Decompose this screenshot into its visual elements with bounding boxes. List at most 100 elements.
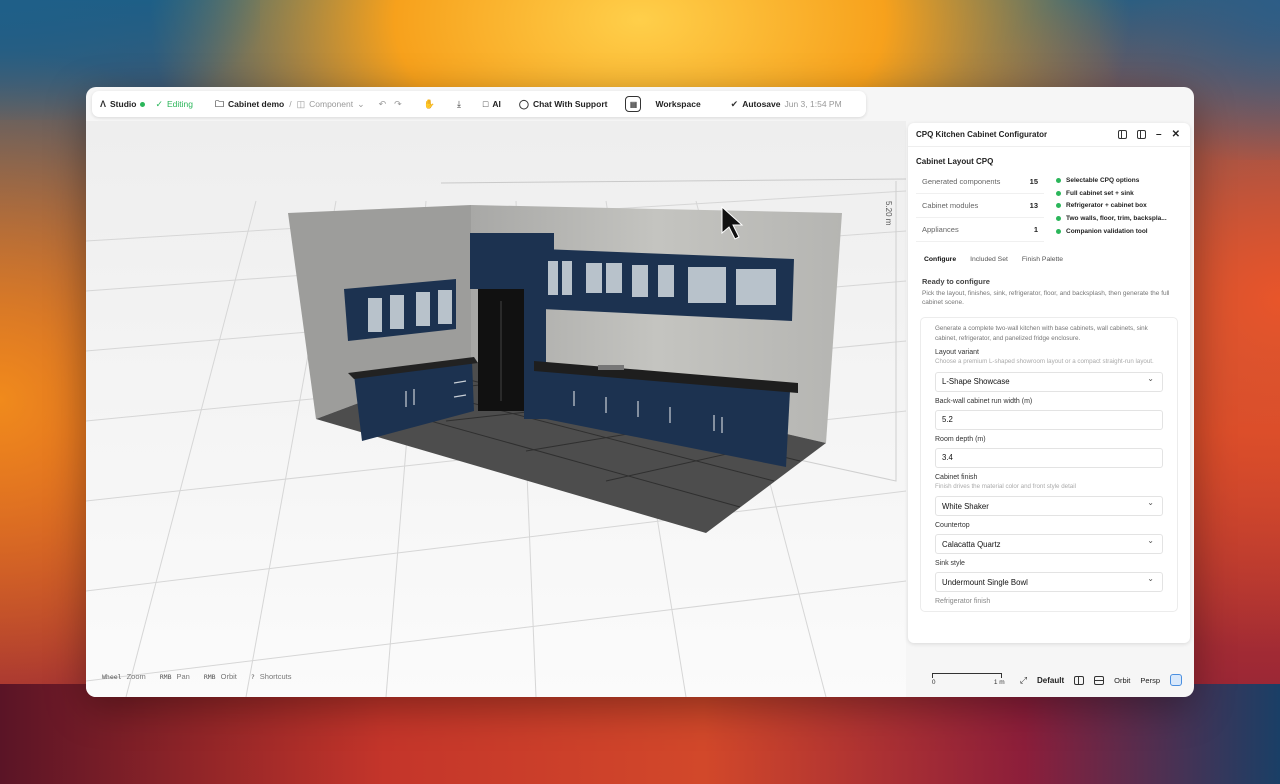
scene-viewport[interactable]: 5.20 m Wheel Zoom RMB Pan RMB Orbit ? Sh… [86, 121, 907, 697]
select-value: Calacatta Quartz [942, 539, 1001, 549]
hint-pan: RMB Pan [160, 672, 190, 681]
layout-toggle-icon[interactable] [1170, 674, 1182, 686]
hand-icon[interactable]: ✋ [424, 99, 435, 109]
minimize-icon[interactable]: – [1156, 129, 1162, 140]
ai-button[interactable]: □ AI [483, 99, 501, 109]
autosave-status: ✔ Autosave Jun 3, 1:54 PM [731, 99, 842, 109]
bullet-icon [1056, 216, 1061, 222]
undo-icon[interactable]: ↶ [379, 99, 387, 109]
layout-variant-hint: Choose a premium L-shaped showroom layou… [935, 358, 1154, 366]
stat-label: Generated components [922, 177, 1001, 186]
studio-logo-icon: Λ [100, 98, 107, 109]
hint-label: Orbit [220, 672, 237, 681]
feature-label: Refrigerator + cabinet box [1066, 202, 1147, 210]
feature-item: Companion validation tool [1056, 225, 1167, 238]
stat-appliances: Appliances 1 [916, 218, 1044, 242]
scale-start: 0 [931, 679, 936, 686]
sink [598, 365, 624, 370]
expand-icon[interactable]: ⤢ [1020, 675, 1027, 685]
select-value: White Shaker [942, 501, 989, 511]
dock-left-icon[interactable] [1118, 130, 1128, 139]
tall-cabinet-top [470, 233, 554, 289]
online-dot-icon [140, 101, 146, 107]
download-icon[interactable]: ⤓ [457, 99, 461, 109]
hint-key: RMB [159, 673, 172, 681]
top-toolbar: Λ Studio ✓ Editing 🗀 Cabinet demo / ◫ Co… [92, 91, 866, 117]
hint-zoom: Wheel Zoom [102, 672, 146, 681]
cabinet-finish-hint: Finish drives the material color and fro… [935, 482, 1077, 490]
dimension-label: 5.20 m [884, 201, 893, 226]
input-value: 3.4 [942, 453, 953, 463]
sink-style-select[interactable]: Undermount Single Bowl [935, 572, 1163, 593]
sink-style-label: Sink style [935, 560, 965, 568]
select-value: L-Shape Showcase [942, 377, 1010, 387]
scene-canvas[interactable]: 5.20 m [86, 121, 907, 697]
project-breadcrumb[interactable]: 🗀 Cabinet demo [215, 99, 284, 109]
hint-label: Shortcuts [259, 672, 292, 681]
bullet-icon [1056, 190, 1061, 196]
viewport-controls: 0 1 m ⤢ Default Orbit Persp [931, 673, 1182, 687]
stats-row: Generated components 15 Cabinet modules 13… [908, 170, 1190, 242]
stat-value: 1 [1033, 225, 1038, 234]
view-preset-button[interactable]: Default [1037, 676, 1064, 685]
countertop-select[interactable]: Calacatta Quartz [935, 534, 1163, 555]
viewport-hints: Wheel Zoom RMB Pan RMB Orbit ? Shortcuts [102, 672, 291, 681]
close-icon[interactable]: ✕ [1172, 129, 1180, 140]
studio-label: Studio [110, 99, 137, 109]
refrigerator-finish-label: Refrigerator finish [935, 598, 991, 606]
stat-label: Appliances [922, 225, 959, 234]
panel-heading: Cabinet Layout CPQ [916, 157, 994, 166]
tab-configure[interactable]: Configure [924, 256, 956, 263]
stat-label: Cabinet modules [922, 201, 979, 210]
select-value: Undermount Single Bowl [942, 577, 1028, 587]
studio-menu[interactable]: Λ Studio [100, 98, 146, 109]
countertop-label: Countertop [935, 522, 970, 530]
cabinet-finish-label: Cabinet finish [935, 473, 978, 481]
hint-key: RMB [203, 673, 216, 681]
chevron-down-icon: ⌄ [357, 98, 365, 109]
bullet-icon [1056, 177, 1061, 183]
feature-item: Selectable CPQ options [1056, 174, 1167, 187]
hint-key: Wheel [102, 673, 122, 681]
support-label: Chat With Support [532, 99, 608, 109]
apps-grid-icon[interactable]: ▦ [625, 96, 642, 112]
app-window: Λ Studio ✓ Editing 🗀 Cabinet demo / ◫ Co… [86, 87, 1194, 697]
stats-list: Generated components 15 Cabinet modules 13… [916, 170, 1044, 242]
folder-icon: 🗀 [215, 98, 225, 109]
tab-included-set[interactable]: Included Set [970, 256, 1008, 263]
tab-finish-palette[interactable]: Finish Palette [1022, 256, 1063, 263]
check-circle-icon: ✓ [155, 98, 164, 109]
component-dropdown[interactable]: ◫ Component ⌄ [297, 99, 365, 109]
panel-title: CPQ Kitchen Cabinet Configurator [916, 130, 1048, 139]
scale-end: 1 m [993, 679, 1005, 686]
redo-icon[interactable]: ↷ [394, 99, 402, 109]
split-horizontal-icon[interactable] [1094, 675, 1105, 685]
cabinet-finish-select[interactable]: White Shaker [935, 496, 1163, 517]
orbit-button[interactable]: Orbit [1114, 676, 1130, 685]
dock-right-icon[interactable] [1137, 130, 1147, 139]
run-width-label: Back-wall cabinet run width (m) [935, 397, 1033, 405]
editing-status: ✓ Editing [155, 99, 193, 109]
split-vertical-icon[interactable] [1074, 675, 1085, 685]
room-depth-input[interactable]: 3.4 [935, 447, 1163, 468]
bullet-icon [1056, 229, 1061, 235]
projection-button[interactable]: Persp [1140, 676, 1160, 685]
workspace-button[interactable]: Workspace [655, 99, 700, 109]
room-depth-label: Room depth (m) [935, 435, 986, 443]
run-width-input[interactable]: 5.2 [935, 409, 1163, 430]
hint-shortcuts[interactable]: ? Shortcuts [251, 672, 292, 681]
feature-label: Two walls, floor, trim, backspla... [1066, 215, 1167, 223]
bullet-icon [1056, 203, 1061, 209]
layout-variant-select[interactable]: L-Shape Showcase [935, 371, 1163, 392]
stat-generated-components: Generated components 15 [916, 170, 1044, 194]
workspace-label: Workspace [655, 99, 701, 109]
feature-label: Companion validation tool [1066, 228, 1148, 236]
cube-icon: ◫ [296, 98, 306, 109]
autosave-time: Jun 3, 1:54 PM [784, 99, 842, 109]
status-label: Editing [167, 99, 194, 109]
feature-item: Two walls, floor, trim, backspla... [1056, 212, 1167, 225]
ready-subtitle: Pick the layout, finishes, sink, refrige… [922, 290, 1170, 307]
ai-label: AI [492, 99, 501, 109]
stat-value: 15 [1029, 177, 1038, 186]
support-button[interactable]: ◯ Chat With Support [519, 99, 608, 109]
